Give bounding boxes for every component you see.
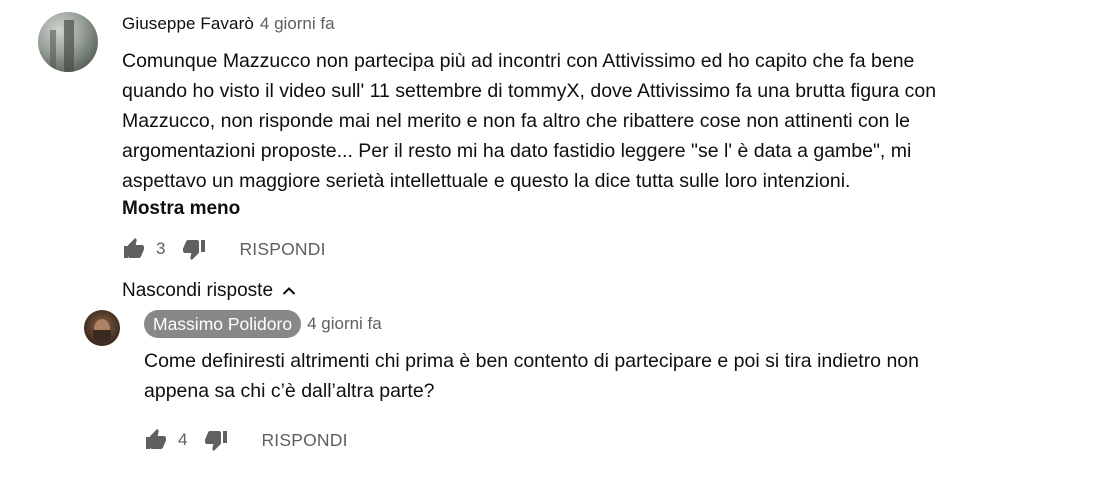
comment-text-line: Comunque Mazzucco non partecipa più ad i… bbox=[122, 50, 915, 72]
reply-text-line: appena sa chi c’è dall’altra parte? bbox=[144, 380, 435, 402]
reply-text-line: Come definiresti altrimenti chi prima è … bbox=[144, 350, 919, 372]
show-less-button[interactable]: Mostra meno bbox=[122, 196, 1082, 222]
avatar-image-detail bbox=[50, 30, 56, 72]
like-count: 3 bbox=[156, 239, 166, 258]
comment-text: Comunque Mazzucco non partecipa più ad i… bbox=[122, 46, 1042, 196]
reply-actions: 4 RISPONDI bbox=[144, 428, 1024, 452]
comment-author[interactable]: Giuseppe Favarò bbox=[122, 14, 254, 34]
comment-text-line: Mazzucco, non risponde mai nel merito e … bbox=[122, 110, 911, 132]
avatar-beard bbox=[93, 330, 111, 342]
comment-time[interactable]: 4 giorni fa bbox=[260, 14, 335, 34]
like-count: 4 bbox=[178, 430, 188, 449]
comment-body: Giuseppe Favarò 4 giorni fa Comunque Maz… bbox=[122, 10, 1082, 302]
reply-author-badge[interactable]: Massimo Polidoro bbox=[144, 310, 302, 338]
comment-text-line: argomentazioni proposte... Per il resto … bbox=[122, 140, 912, 162]
reply-body: Massimo Polidoro 4 giorni fa Come defini… bbox=[144, 310, 1024, 452]
hide-replies-label: Nascondi risposte bbox=[122, 280, 274, 301]
avatar[interactable] bbox=[38, 12, 98, 72]
comment-header: Giuseppe Favarò 4 giorni fa bbox=[122, 10, 1082, 38]
thumb-up-icon[interactable] bbox=[144, 428, 168, 452]
reply-avatar[interactable] bbox=[84, 310, 120, 346]
reply-time[interactable]: 4 giorni fa bbox=[307, 314, 382, 334]
thumb-up-icon[interactable] bbox=[122, 237, 146, 261]
reply-button[interactable]: RISPONDI bbox=[239, 239, 325, 260]
reply-text: Come definiresti altrimenti chi prima è … bbox=[144, 346, 1024, 406]
chevron-up-icon bbox=[281, 283, 297, 299]
comment-actions: 3 RISPONDI bbox=[122, 237, 1082, 261]
reply-button[interactable]: RISPONDI bbox=[261, 430, 347, 451]
comment-text-line: quando ho visto il video sull' 11 settem… bbox=[122, 80, 937, 102]
thumb-down-icon[interactable] bbox=[182, 237, 206, 261]
thumb-down-icon[interactable] bbox=[204, 428, 228, 452]
comment-text-line: aspettavo un maggiore serietà intellettu… bbox=[122, 170, 851, 192]
avatar-image bbox=[64, 20, 74, 72]
hide-replies-button[interactable]: Nascondi risposte bbox=[122, 280, 1082, 302]
reply-header: Massimo Polidoro 4 giorni fa bbox=[144, 310, 1024, 338]
